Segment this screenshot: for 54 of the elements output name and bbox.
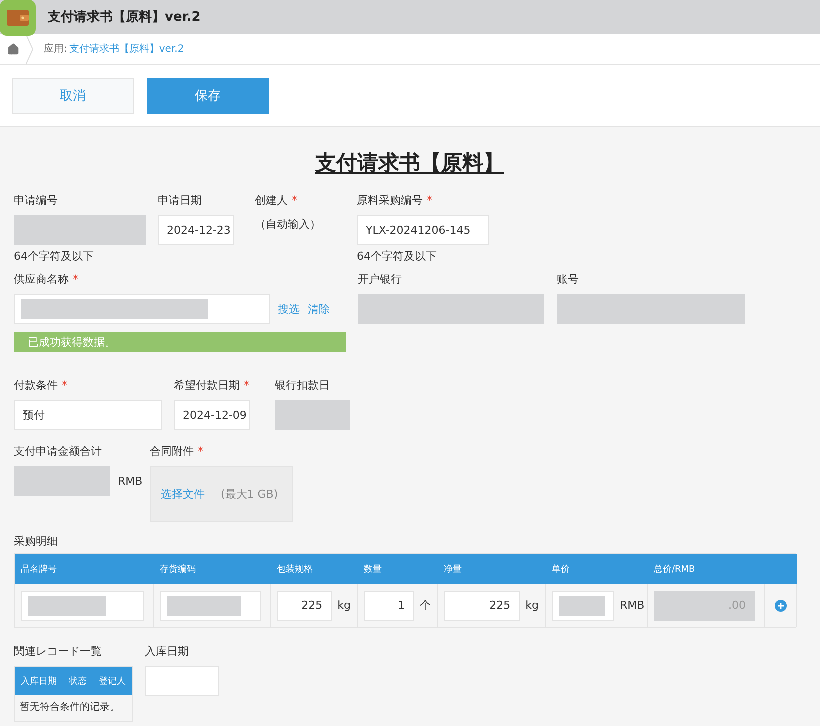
currency-label: RMB <box>118 474 143 488</box>
input-field[interactable]: 225 <box>277 590 332 620</box>
field-label: 原料采购编号 * <box>357 193 434 209</box>
input-field[interactable] <box>21 590 144 620</box>
size-hint: (最大1 GB) <box>221 486 278 502</box>
field-label: 银行扣款日 <box>275 378 331 394</box>
app-title: 支付请求书【原料】ver.2 <box>48 9 201 26</box>
unit-label: kg <box>338 599 351 612</box>
column-header: 入库日期 <box>15 667 63 695</box>
column-header: 包装规格 <box>271 554 358 584</box>
input-field[interactable]: 1 <box>364 590 414 620</box>
input-field[interactable]: YLX-20241206-145 <box>357 215 489 245</box>
wallet-icon <box>0 0 36 36</box>
column-header: 单价 <box>546 554 648 584</box>
input-field[interactable]: 预付 <box>14 400 162 430</box>
add-row-icon[interactable] <box>774 600 786 612</box>
field-label: 入库日期 <box>145 644 190 660</box>
unit-label: kg <box>526 599 539 612</box>
field-label: 希望付款日期 * <box>174 378 250 394</box>
input-field[interactable] <box>552 590 614 620</box>
column-header: 数量 <box>358 554 438 584</box>
header-filler <box>765 554 797 584</box>
input-field[interactable]: 2024-12-09 <box>174 400 250 430</box>
success-message: 已成功获得数据。 <box>14 332 346 352</box>
input-field[interactable]: 225 <box>444 590 520 620</box>
breadcrumb-prefix: 应用: <box>44 42 68 56</box>
unit-label: 个 <box>420 598 431 613</box>
field-label: 开户银行 <box>358 272 403 288</box>
field-label: 供应商名称 * <box>14 272 80 288</box>
field-label: 账号 <box>557 272 580 288</box>
field-label: 付款条件 * <box>14 378 68 394</box>
empty-message: 暂无符合条件的记录。 <box>19 700 121 715</box>
input-field[interactable] <box>160 590 261 620</box>
column-header: 净量 <box>438 554 546 584</box>
field-label: 関連レコード一覧 <box>14 644 103 660</box>
column-header: 状态 <box>62 667 93 695</box>
column-header: 品名牌号 <box>15 554 154 584</box>
field-label: 申请日期 <box>158 193 203 209</box>
input-field[interactable] <box>145 666 219 696</box>
column-header: 登记人 <box>92 667 132 695</box>
field-label: 创建人 * <box>255 193 298 209</box>
field-note: 64个字符及以下 <box>14 249 95 264</box>
form-title: 支付请求书【原料】 <box>314 150 506 177</box>
input-field[interactable]: 2024-12-23 <box>158 215 234 245</box>
input-field[interactable] <box>14 294 270 324</box>
column-header: 总价/RMB <box>648 554 765 584</box>
field-label: 合同附件 * <box>150 444 204 460</box>
field-value: （自动输入） <box>255 217 322 232</box>
column-header: 存货编码 <box>154 554 271 584</box>
field-label: 申请编号 <box>14 193 59 209</box>
unit-label: RMB <box>620 599 645 612</box>
section-label: 采购明细 <box>14 534 59 549</box>
field-label: 支付申请金额合计 <box>14 444 103 460</box>
field-note: 64个字符及以下 <box>357 249 438 264</box>
